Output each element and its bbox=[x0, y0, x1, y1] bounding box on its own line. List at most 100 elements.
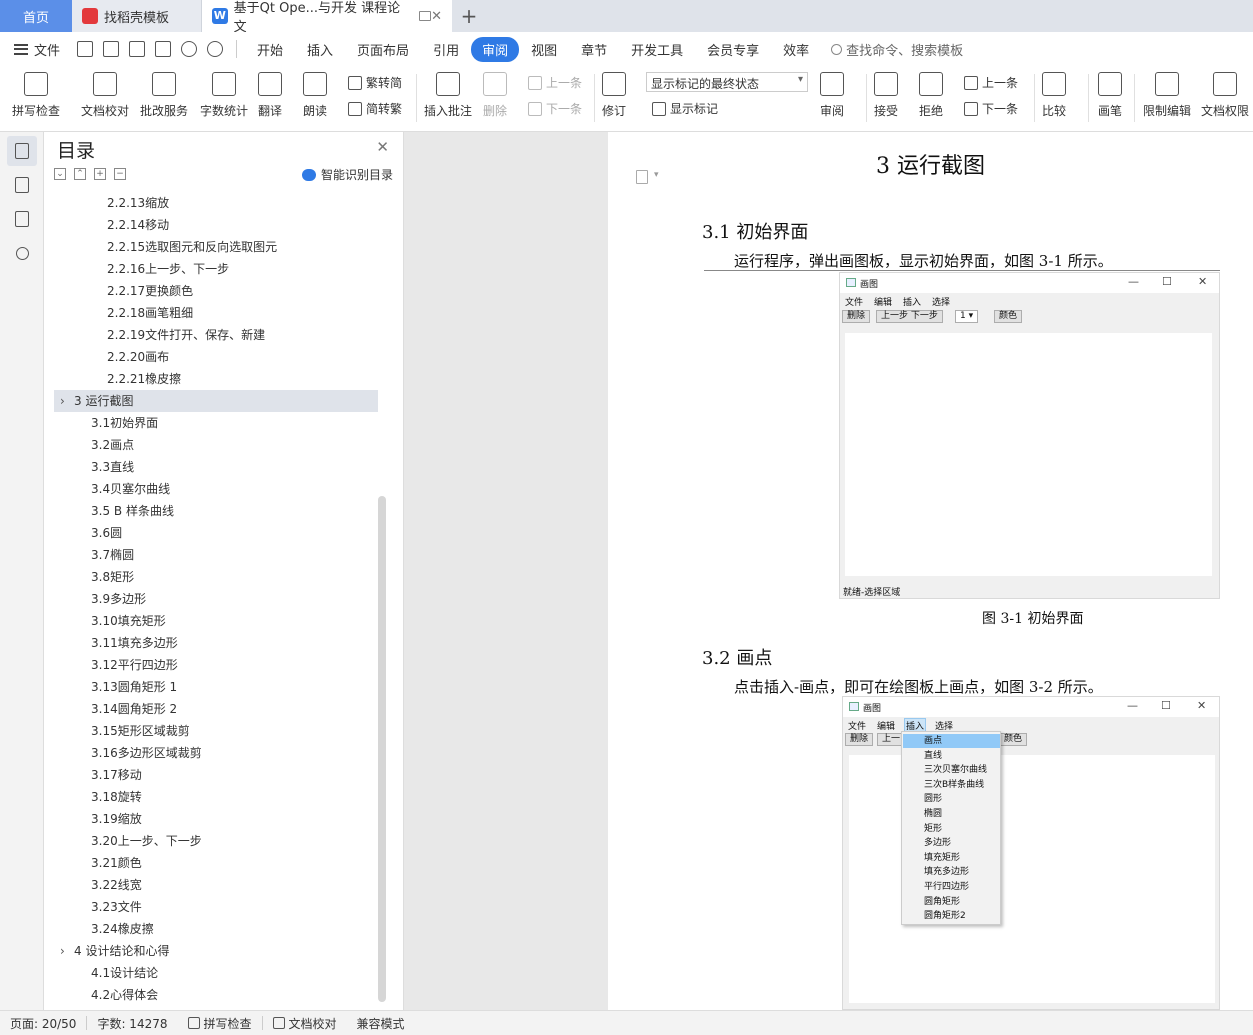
toc-item[interactable]: › 3 运行截图 bbox=[54, 390, 378, 412]
toc-item[interactable]: 3.14圆角矩形 2 bbox=[91, 698, 177, 720]
next-change-button[interactable]: 下一条 bbox=[964, 100, 1018, 117]
remove-heading-icon[interactable]: − bbox=[114, 168, 126, 180]
smart-toc-button[interactable]: 智能识别目录 bbox=[301, 166, 393, 183]
show-markup-button[interactable]: 显示标记 bbox=[652, 100, 718, 117]
toc-item[interactable]: 3.21颜色 bbox=[91, 852, 142, 874]
toc-pane-button[interactable] bbox=[7, 136, 37, 166]
toc-item[interactable]: 3.13圆角矩形 1 bbox=[91, 676, 177, 698]
toc-item[interactable]: 2.2.13缩放 bbox=[107, 192, 169, 214]
toc-item[interactable]: 2.2.15选取图元和反向选取图元 bbox=[107, 236, 277, 258]
toc-item[interactable]: 3.16多边形区域裁剪 bbox=[91, 742, 202, 764]
print-icon[interactable] bbox=[129, 41, 146, 57]
collapse-all-icon[interactable]: ⌃ bbox=[74, 168, 86, 180]
delete-comment-button[interactable]: 删除 bbox=[483, 72, 507, 119]
toc-item[interactable]: 2.2.21橡皮擦 bbox=[107, 368, 181, 390]
expand-all-icon[interactable]: ⌄ bbox=[54, 168, 66, 180]
prev-comment-button[interactable]: 上一条 bbox=[528, 74, 582, 91]
command-search[interactable]: 查找命令、搜索模板 bbox=[831, 40, 963, 59]
spellcheck-button[interactable]: 拼写检查 bbox=[12, 72, 60, 119]
toc-item[interactable]: 3.1初始界面 bbox=[91, 412, 158, 434]
toc-scrollbar[interactable] bbox=[378, 496, 386, 1002]
toc-item[interactable]: 2.2.18画笔粗细 bbox=[107, 302, 193, 324]
pen-button[interactable]: 画笔 bbox=[1098, 72, 1122, 119]
toc-item[interactable]: 3.17移动 bbox=[91, 764, 142, 786]
accept-button[interactable]: 接受 bbox=[874, 72, 898, 119]
toc-item[interactable]: 3.10填充矩形 bbox=[91, 610, 166, 632]
chapter-nav-button[interactable] bbox=[7, 170, 37, 200]
chevron-right-icon[interactable]: › bbox=[60, 940, 70, 962]
redo-icon[interactable] bbox=[207, 41, 224, 57]
close-tab-icon[interactable]: ✕ bbox=[431, 9, 442, 24]
chevron-right-icon[interactable]: › bbox=[60, 390, 70, 412]
insert-comment-button[interactable]: 插入批注 bbox=[424, 72, 472, 119]
toc-item[interactable]: 3.8矩形 bbox=[91, 566, 134, 588]
toc-item[interactable]: 2.2.14移动 bbox=[107, 214, 169, 236]
menu-references[interactable]: 引用 bbox=[421, 40, 471, 59]
restrict-edit-button[interactable]: 限制编辑 bbox=[1143, 72, 1191, 119]
toc-item[interactable]: 3.19缩放 bbox=[91, 808, 142, 830]
toc-item[interactable]: 3.5 B 样条曲线 bbox=[91, 500, 174, 522]
file-menu-button[interactable]: 文件 bbox=[0, 40, 72, 59]
document-canvas[interactable]: ▾ 3 运行截图 3.1 初始界面 运行程序，弹出画图板，显示初始界面，如图 3… bbox=[404, 132, 1253, 1010]
toc-item[interactable]: 3.15矩形区域裁剪 bbox=[91, 720, 190, 742]
toc-item[interactable]: 3.20上一步、下一步 bbox=[91, 830, 202, 852]
word-count-indicator[interactable]: 字数: 14278 bbox=[87, 1015, 177, 1032]
print-preview-icon[interactable] bbox=[155, 41, 172, 57]
bookmark-button[interactable] bbox=[7, 204, 37, 234]
translate-button[interactable]: 翻译 bbox=[258, 72, 282, 119]
menu-member[interactable]: 会员专享 bbox=[695, 40, 771, 59]
compare-button[interactable]: 比较 bbox=[1042, 72, 1066, 119]
toc-item[interactable]: 3.2画点 bbox=[91, 434, 134, 456]
markup-mode-dropdown[interactable]: 显示标记的最终状态 bbox=[646, 72, 808, 92]
toc-item[interactable]: › 4 设计结论和心得 bbox=[54, 940, 169, 962]
toc-item[interactable]: 2.2.16上一步、下一步 bbox=[107, 258, 229, 280]
toc-item[interactable]: 3.6圆 bbox=[91, 522, 122, 544]
prev-change-button[interactable]: 上一条 bbox=[964, 74, 1018, 91]
simplified-to-traditional-button[interactable]: 简转繁 bbox=[348, 100, 402, 117]
export-pdf-icon[interactable] bbox=[103, 41, 120, 57]
toc-item[interactable]: 4.2心得体会 bbox=[91, 984, 158, 1006]
status-proof[interactable]: 文档校对 bbox=[263, 1015, 347, 1032]
reject-button[interactable]: 拒绝 bbox=[919, 72, 943, 119]
toc-item[interactable]: 3.9多边形 bbox=[91, 588, 146, 610]
toc-item[interactable]: 3.23文件 bbox=[91, 896, 142, 918]
find-button[interactable] bbox=[7, 238, 37, 268]
pin-icon[interactable] bbox=[419, 11, 432, 21]
toc-item[interactable]: 3.24橡皮擦 bbox=[91, 918, 154, 940]
save-icon[interactable] bbox=[77, 41, 94, 57]
toc-item[interactable]: 3.22线宽 bbox=[91, 874, 142, 896]
toc-item[interactable]: 3.4贝塞尔曲线 bbox=[91, 478, 170, 500]
menu-view[interactable]: 视图 bbox=[519, 40, 569, 59]
read-aloud-button[interactable]: 朗读 bbox=[303, 72, 327, 119]
word-count-button[interactable]: 字数统计 bbox=[200, 72, 248, 119]
close-icon[interactable]: ✕ bbox=[376, 138, 389, 156]
menu-developer[interactable]: 开发工具 bbox=[619, 40, 695, 59]
menu-home[interactable]: 开始 bbox=[245, 40, 295, 59]
doc-proof-button[interactable]: 文档校对 bbox=[81, 72, 129, 119]
toc-item[interactable]: 3.11填充多边形 bbox=[91, 632, 178, 654]
next-comment-button[interactable]: 下一条 bbox=[528, 100, 582, 117]
menu-review[interactable]: 审阅 bbox=[471, 36, 520, 62]
doc-permission-button[interactable]: 文档权限 bbox=[1201, 72, 1249, 119]
status-spellcheck[interactable]: 拼写检查 bbox=[178, 1015, 262, 1032]
revision-service-button[interactable]: 批改服务 bbox=[140, 72, 188, 119]
menu-insert[interactable]: 插入 bbox=[295, 40, 345, 59]
add-heading-icon[interactable]: + bbox=[94, 168, 106, 180]
menu-efficiency[interactable]: 效率 bbox=[771, 40, 821, 59]
track-changes-button[interactable]: 修订 bbox=[602, 72, 626, 119]
undo-icon[interactable] bbox=[181, 41, 198, 57]
tab-home[interactable]: 首页 bbox=[0, 0, 72, 32]
toc-item[interactable]: 3.3直线 bbox=[91, 456, 134, 478]
toc-item[interactable]: 4.1设计结论 bbox=[91, 962, 158, 984]
review-pane-button[interactable]: 审阅 bbox=[820, 72, 844, 119]
toc-item[interactable]: 2.2.20画布 bbox=[107, 346, 169, 368]
traditional-to-simplified-button[interactable]: 繁转简 bbox=[348, 74, 402, 91]
page-indicator[interactable]: 页面: 20/50 bbox=[0, 1015, 86, 1032]
new-tab-button[interactable]: + bbox=[452, 0, 486, 32]
toc-item[interactable]: 3.7椭圆 bbox=[91, 544, 134, 566]
toc-item[interactable]: 3.18旋转 bbox=[91, 786, 142, 808]
tab-document[interactable]: W 基于Qt Ope...与开发 课程论文 ✕ bbox=[202, 0, 452, 35]
document-page[interactable]: ▾ 3 运行截图 3.1 初始界面 运行程序，弹出画图板，显示初始界面，如图 3… bbox=[608, 132, 1253, 1010]
toc-item[interactable]: 3.12平行四边形 bbox=[91, 654, 178, 676]
toc-item[interactable]: 2.2.19文件打开、保存、新建 bbox=[107, 324, 265, 346]
